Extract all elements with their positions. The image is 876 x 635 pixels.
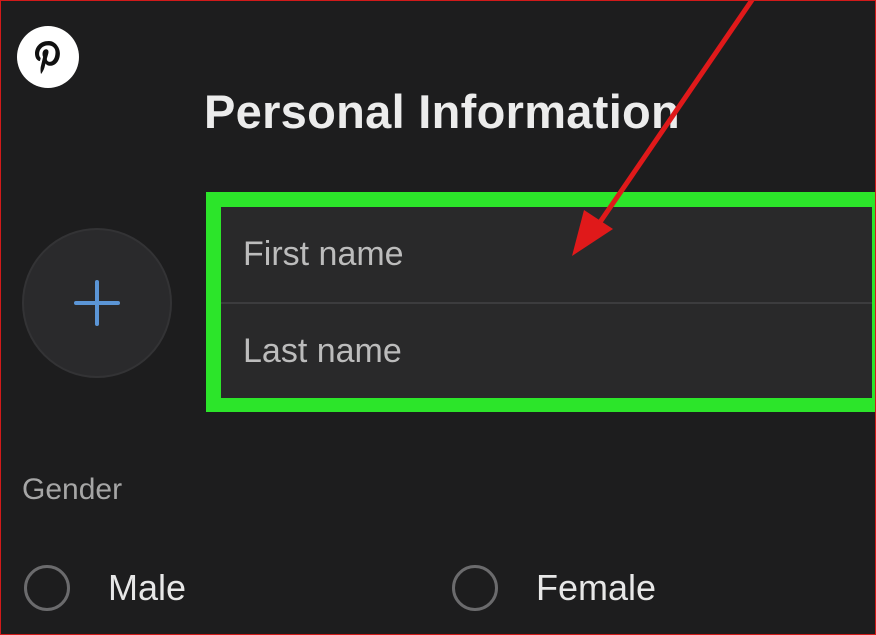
last-name-placeholder: Last name (243, 331, 402, 370)
page-title: Personal Information (204, 85, 681, 138)
add-photo-button[interactable] (22, 228, 172, 378)
plus-icon (74, 280, 120, 326)
first-name-placeholder: First name (243, 235, 404, 273)
female-radio-button[interactable] (452, 565, 498, 611)
gender-option-female[interactable]: Female (452, 560, 656, 616)
first-name-field[interactable]: First name (221, 207, 872, 302)
male-label: Male (108, 567, 187, 608)
female-label: Female (536, 567, 657, 608)
gender-option-male[interactable]: Male (24, 560, 186, 616)
name-fields-highlight: First name Last name (206, 192, 876, 412)
last-name-field[interactable]: Last name (221, 304, 872, 398)
name-fields-group: First name Last name (221, 207, 872, 398)
gender-label: Gender (22, 473, 123, 506)
pinterest-glyph (35, 41, 60, 74)
pinterest-logo-icon (17, 26, 79, 88)
male-radio-button[interactable] (24, 565, 70, 611)
